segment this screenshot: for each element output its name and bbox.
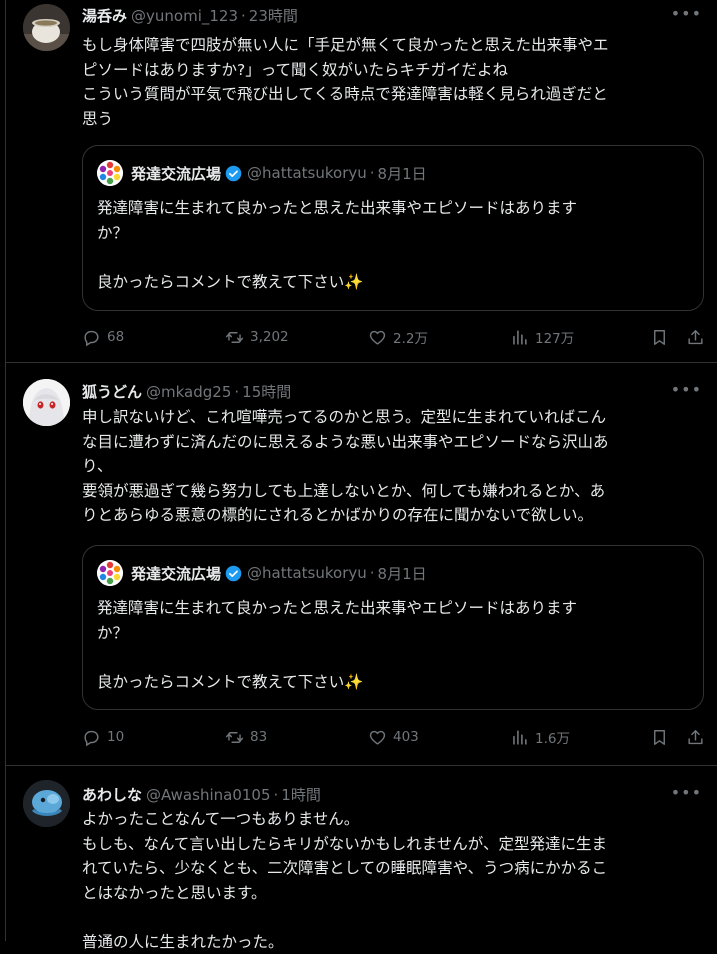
post-time[interactable]: 23時間 bbox=[249, 7, 298, 25]
share-icon bbox=[686, 328, 705, 347]
reply-button[interactable]: 10 bbox=[82, 725, 124, 749]
bookmark-button[interactable] bbox=[650, 325, 675, 349]
quoted-text-line: か？ bbox=[97, 621, 687, 646]
quoted-text: 発達障害に生まれて良かったと思えた出来事やエピソードはあります か？ 良かったら… bbox=[97, 596, 687, 694]
post-text-line: 普通の人に生まれたかった。 bbox=[82, 930, 702, 954]
more-icon[interactable]: ••• bbox=[671, 4, 702, 23]
repost-icon bbox=[225, 728, 244, 747]
post-header: 湯呑み@yunomi_123·23時間 bbox=[82, 5, 298, 26]
quoted-display-name[interactable]: 発達交流広場 bbox=[131, 163, 221, 184]
repost-icon bbox=[225, 328, 244, 347]
post-text-line: 思う bbox=[82, 107, 702, 132]
quoted-handle[interactable]: @hattatsukoryu bbox=[247, 164, 367, 182]
repost-button[interactable]: 3,202 bbox=[225, 325, 289, 349]
user-handle[interactable]: @Awashina0105 bbox=[146, 786, 270, 804]
avatar[interactable] bbox=[23, 379, 70, 426]
quoted-post-header: 発達交流広場 @hattatsukoryu·8月1日 bbox=[97, 160, 427, 186]
more-icon[interactable]: ••• bbox=[671, 783, 702, 802]
post-text-line: れていたら、少なくとも、二次障害としての睡眠障害や、うつ病にかかるこ bbox=[82, 856, 702, 881]
user-handle[interactable]: @mkadg25 bbox=[146, 383, 231, 401]
bookmark-button[interactable] bbox=[650, 725, 675, 749]
post-text-line: り、 bbox=[82, 454, 702, 479]
like-button[interactable]: 403 bbox=[368, 725, 419, 749]
post-text-line: 申し訳ないけど、これ喧嘩売ってるのかと思う。定型に生まれていればこん bbox=[82, 405, 702, 430]
quoted-text-line: 良かったらコメントで教えて下さい✨ bbox=[97, 270, 687, 295]
avatar[interactable] bbox=[23, 4, 70, 51]
quoted-text-line: か？ bbox=[97, 221, 687, 246]
post-text-line: こういう質問が平気で飛び出してくる時点で発達障害は軽く見られ過ぎだと bbox=[82, 82, 702, 107]
quoted-text-line bbox=[97, 245, 687, 270]
verified-badge-icon bbox=[225, 165, 242, 182]
like-count: 2.2万 bbox=[393, 327, 428, 347]
post[interactable]: 狐うどん@mkadg25·15時間 ••• 申し訳ないけど、これ喧嘩売ってるのか… bbox=[6, 363, 717, 766]
quoted-handle[interactable]: @hattatsukoryu bbox=[247, 564, 367, 582]
quoted-post[interactable]: 発達交流広場 @hattatsukoryu·8月1日 発達障害に生まれて良かった… bbox=[82, 145, 704, 311]
view-count: 127万 bbox=[535, 327, 574, 347]
like-count: 403 bbox=[393, 729, 419, 745]
reply-count: 68 bbox=[107, 329, 124, 345]
bookmark-icon bbox=[650, 728, 669, 747]
quoted-time: 8月1日 bbox=[378, 563, 427, 584]
post-text: もし身体障害で四肢が無い人に「手足が無くて良かったと思えた出来事やエ ピソードは… bbox=[82, 33, 702, 131]
views-icon bbox=[510, 728, 529, 747]
quoted-text-line: 発達障害に生まれて良かったと思えた出来事やエピソードはあります bbox=[97, 596, 687, 621]
reply-button[interactable]: 68 bbox=[82, 325, 124, 349]
display-name[interactable]: 狐うどん bbox=[82, 383, 142, 401]
views-button[interactable]: 127万 bbox=[510, 325, 574, 349]
post[interactable]: あわしな@Awashina0105·1時間 ••• よかったことなんて一つもあり… bbox=[6, 766, 717, 942]
user-handle[interactable]: @yunomi_123 bbox=[131, 7, 238, 25]
quoted-time: 8月1日 bbox=[378, 163, 427, 184]
post-time[interactable]: 15時間 bbox=[242, 383, 291, 401]
post-time[interactable]: 1時間 bbox=[281, 786, 321, 804]
quoted-text: 発達障害に生まれて良かったと思えた出来事やエピソードはあります か？ 良かったら… bbox=[97, 196, 687, 294]
quoted-text-line: 良かったらコメントで教えて下さい✨ bbox=[97, 670, 687, 695]
verified-badge-icon bbox=[225, 565, 242, 582]
quoted-display-name[interactable]: 発達交流広場 bbox=[131, 563, 221, 584]
post-text-line: もし身体障害で四肢が無い人に「手足が無くて良かったと思えた出来事やエ bbox=[82, 33, 702, 58]
post-text-line bbox=[82, 905, 702, 930]
post-text-line: ピソードはありますか?」って聞く奴がいたらキチガイだよね bbox=[82, 58, 702, 83]
quoted-post[interactable]: 発達交流広場 @hattatsukoryu·8月1日 発達障害に生まれて良かった… bbox=[82, 545, 704, 710]
avatar[interactable] bbox=[23, 780, 70, 827]
heart-icon bbox=[368, 728, 387, 747]
repost-count: 3,202 bbox=[250, 329, 289, 345]
repost-button[interactable]: 83 bbox=[225, 725, 267, 749]
post-text-line: もしも、なんて言い出したらキリがないかもしれませんが、定型発達に生ま bbox=[82, 832, 702, 857]
quoted-text-line bbox=[97, 645, 687, 670]
share-button[interactable] bbox=[686, 325, 711, 349]
views-button[interactable]: 1.6万 bbox=[510, 725, 570, 749]
display-name[interactable]: あわしな bbox=[82, 786, 142, 804]
reply-icon bbox=[82, 728, 101, 747]
share-button[interactable] bbox=[686, 725, 711, 749]
share-icon bbox=[686, 728, 705, 747]
display-name[interactable]: 湯呑み bbox=[82, 7, 127, 25]
heart-icon bbox=[368, 328, 387, 347]
quoted-post-header: 発達交流広場 @hattatsukoryu·8月1日 bbox=[97, 560, 427, 586]
bookmark-icon bbox=[650, 328, 669, 347]
post[interactable]: 湯呑み@yunomi_123·23時間 ••• もし身体障害で四肢が無い人に「手… bbox=[6, 0, 717, 363]
post-text-line: 要領が悪過ぎて幾ら努力しても上達しないとか、何しても嫌われるとか、あ bbox=[82, 479, 702, 504]
post-text-line: よかったことなんて一つもありません。 bbox=[82, 807, 702, 832]
like-button[interactable]: 2.2万 bbox=[368, 325, 428, 349]
reply-count: 10 bbox=[107, 729, 124, 745]
timeline-feed: 湯呑み@yunomi_123·23時間 ••• もし身体障害で四肢が無い人に「手… bbox=[5, 0, 717, 941]
post-text-line: りとあらゆる悪意の標的にされるとかばかりの存在に聞かないで欲しい。 bbox=[82, 503, 702, 528]
post-text: 申し訳ないけど、これ喧嘩売ってるのかと思う。定型に生まれていればこん な目に遭わ… bbox=[82, 405, 702, 528]
quoted-avatar[interactable] bbox=[97, 160, 123, 186]
view-count: 1.6万 bbox=[535, 727, 570, 747]
post-text-line: とはなかったと思います。 bbox=[82, 881, 702, 906]
action-bar: 68 3,202 2.2万 127万 bbox=[82, 325, 707, 349]
reply-icon bbox=[82, 328, 101, 347]
post-header: 狐うどん@mkadg25·15時間 bbox=[82, 381, 291, 402]
post-text-line: な目に遭わずに済んだのに思えるような悪い出来事やエピソードなら沢山あ bbox=[82, 430, 702, 455]
repost-count: 83 bbox=[250, 729, 267, 745]
views-icon bbox=[510, 328, 529, 347]
quoted-avatar[interactable] bbox=[97, 560, 123, 586]
post-text: よかったことなんて一つもありません。 もしも、なんて言い出したらキリがないかもし… bbox=[82, 807, 702, 954]
more-icon[interactable]: ••• bbox=[671, 380, 702, 399]
quoted-text-line: 発達障害に生まれて良かったと思えた出来事やエピソードはあります bbox=[97, 196, 687, 221]
action-bar: 10 83 403 1.6万 bbox=[82, 725, 707, 749]
post-header: あわしな@Awashina0105·1時間 bbox=[82, 784, 321, 805]
